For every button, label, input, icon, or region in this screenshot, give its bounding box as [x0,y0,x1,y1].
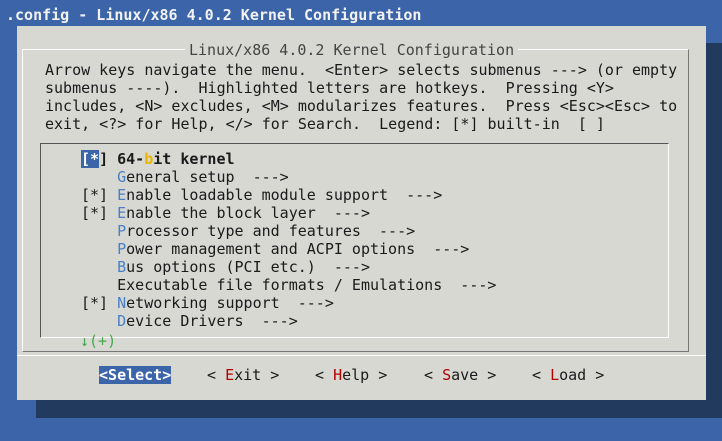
button-label-part: < [532,366,551,384]
menu-item-hotkey: E [117,204,127,222]
menu-item-prefix [81,222,117,240]
menu-item-prefix [81,240,117,258]
menu-item-label: etworking support [126,294,280,312]
submenu-arrow: ---> [234,168,289,186]
menu-item-label: eneral setup [126,168,235,186]
button-label-part: xit [234,366,262,384]
menu-item-label: nable the block layer [126,204,316,222]
menu-item-prefix: [*] [81,186,118,204]
menu-item-hotkey: P [117,240,127,258]
button-label-part: < [207,366,226,384]
menu-item-label: nable loadable module support [126,186,389,204]
menu-item[interactable]: [*] Enable the block layer ---> [81,204,370,222]
button-label-part: L [550,366,560,384]
button-label-part: ave [451,366,479,384]
menu-item-hotkey: N [117,294,127,312]
menu-item-label: us options (PCI etc.) [126,258,316,276]
submenu-arrow: ---> [360,222,416,240]
load-button[interactable]: < Load > [532,366,604,384]
button-label-part: < [315,366,334,384]
submenu-arrow: ---> [315,204,370,222]
menu-item-hotkey: P [117,222,127,240]
select-button[interactable]: <Select> [99,366,172,384]
button-label-part: oad [559,366,587,384]
button-label-part: < [424,366,443,384]
button-label-part: elp [342,366,370,384]
menu-item[interactable]: [*] Enable loadable module support ---> [81,186,442,204]
submenu-arrow: ---> [415,240,470,258]
menu-item-prefix [81,312,117,330]
menu-item-prefix: [*] [81,204,118,222]
menu-item[interactable]: [*] 64-bit kernel [81,150,235,168]
menu-item-label: 64- [117,150,145,168]
exit-button[interactable]: < Exit > [207,366,279,384]
menu-item-hotkey: G [117,168,127,186]
submenu-arrow: ---> [442,276,497,294]
submenu-arrow: ---> [315,258,370,276]
help-text-line: Arrow keys navigate the menu. <Enter> se… [45,61,678,79]
menu-item-label: it kernel [153,150,235,168]
submenu-arrow: ---> [243,312,298,330]
button-separator [17,355,706,356]
submenu-arrow: ---> [279,294,334,312]
window-title: .config - Linux/x86 4.0.2 Kernel Configu… [6,6,422,24]
menu-item-hotkey: D [117,312,127,330]
menu-item[interactable]: Power management and ACPI options ---> [81,240,469,258]
menu-item[interactable]: Device Drivers ---> [81,312,298,330]
menu-item-prefix: [*] [81,294,118,312]
menu-item-hotkey: B [117,258,127,276]
menu-item[interactable]: General setup ---> [81,168,289,186]
button-label-part: > [586,366,605,384]
menu-item-prefix [81,168,117,186]
menu-item[interactable]: Processor type and features ---> [81,222,415,240]
help-text-line: submenus ----). Highlighted letters are … [45,79,614,97]
dialog-title: Linux/x86 4.0.2 Kernel Configuration [185,41,519,59]
menu-item[interactable]: Bus options (PCI etc.) ---> [81,258,370,276]
menu-item-label: rocessor type and features [126,222,361,240]
button-label-part: E [225,366,235,384]
menu-item-prefix: ] [99,150,118,168]
menu-cursor: [* [81,150,100,168]
menu-item-hotkey: b [144,150,154,168]
button-label-part: elect [117,366,163,384]
menu-item-label: ower management and ACPI options [126,240,416,258]
menu-item-label: evice Drivers [126,312,244,330]
menu-item[interactable]: Executable file formats / Emulations ---… [81,276,496,294]
menu-item-hotkey: E [117,186,127,204]
button-label-part: > [261,366,280,384]
button-label-part: H [333,366,343,384]
menu-item-prefix [81,258,117,276]
menu-item-label: Executable file formats / Emulations [117,276,443,294]
submenu-arrow: ---> [388,186,443,204]
scroll-more-indicator[interactable]: ↓(+) [80,332,116,350]
menu-item[interactable]: [*] Networking support ---> [81,294,334,312]
help-text-line: includes, <N> excludes, <M> modularizes … [45,97,678,115]
save-button[interactable]: < Save > [424,366,496,384]
button-label-part: > [478,366,497,384]
button-label-part: S [108,366,118,384]
button-label-part: S [442,366,452,384]
help-text-line: exit, <?> for Help, </> for Search. Lege… [45,115,605,133]
menu-item-prefix [81,276,117,294]
help-button[interactable]: < Help > [315,366,387,384]
button-label-part: > [162,366,172,384]
button-label-part: > [369,366,388,384]
button-label-part: < [99,366,109,384]
